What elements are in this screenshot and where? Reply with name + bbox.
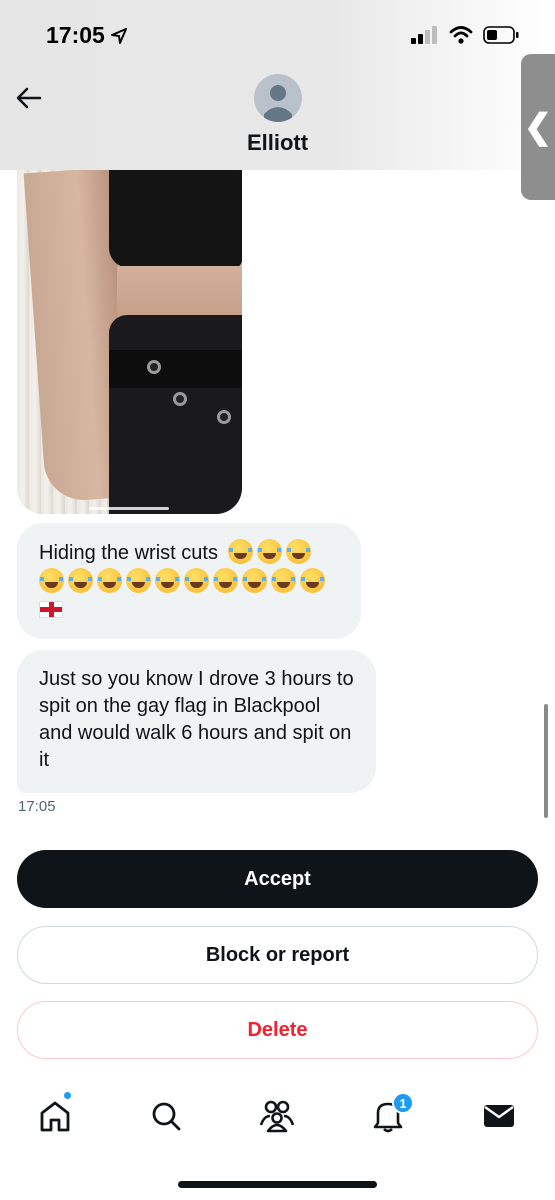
chevron-left-icon: ❮ <box>523 108 553 146</box>
home-icon <box>40 1101 70 1132</box>
search-icon <box>152 1102 181 1131</box>
status-bar: 17:05 <box>0 0 555 70</box>
communities-icon <box>259 1100 295 1133</box>
location-arrow-icon <box>110 27 127 44</box>
delete-button[interactable]: Delete <box>17 1001 538 1059</box>
side-panel-handle[interactable]: ❮ <box>521 54 555 200</box>
default-avatar-icon <box>264 85 292 122</box>
image-attachment[interactable] <box>17 170 242 514</box>
message-text: Hiding the wrist cuts <box>39 542 218 564</box>
status-icons <box>411 26 519 44</box>
home-indicator <box>178 1181 377 1188</box>
contact-name[interactable]: Elliott <box>0 130 555 156</box>
england-flag-icon <box>39 601 63 618</box>
message-timestamp: 17:05 <box>18 798 56 815</box>
wifi-icon <box>449 26 473 44</box>
accept-button[interactable]: Accept <box>17 850 538 908</box>
tears-of-joy-emoji-icon <box>227 539 315 564</box>
status-time: 17:05 <box>46 22 127 49</box>
emoji-row <box>39 568 339 597</box>
scrollbar[interactable] <box>544 704 548 818</box>
battery-icon <box>483 26 519 44</box>
avatar[interactable] <box>254 74 302 122</box>
nav-search[interactable] <box>136 1086 196 1146</box>
status-time-text: 17:05 <box>46 22 105 48</box>
back-arrow-icon <box>16 87 42 109</box>
nav-home[interactable] <box>25 1086 85 1146</box>
message-bubble[interactable]: Hiding the wrist cuts <box>17 523 361 639</box>
bottom-navigation: 1 <box>0 1086 555 1146</box>
envelope-icon <box>484 1105 514 1127</box>
back-button[interactable] <box>14 84 44 112</box>
message-bubble[interactable]: Just so you know I drove 3 hours to spit… <box>17 650 376 793</box>
nav-notifications[interactable]: 1 <box>358 1086 418 1146</box>
notification-dot <box>63 1091 72 1100</box>
message-text: Just so you know I drove 3 hours to spit… <box>39 668 354 771</box>
cellular-signal-icon <box>411 26 437 44</box>
tears-of-joy-emoji-icon <box>39 568 64 593</box>
nav-messages[interactable] <box>469 1086 529 1146</box>
nav-communities[interactable] <box>247 1086 307 1146</box>
block-or-report-button[interactable]: Block or report <box>17 926 538 984</box>
notification-badge: 1 <box>392 1092 414 1114</box>
